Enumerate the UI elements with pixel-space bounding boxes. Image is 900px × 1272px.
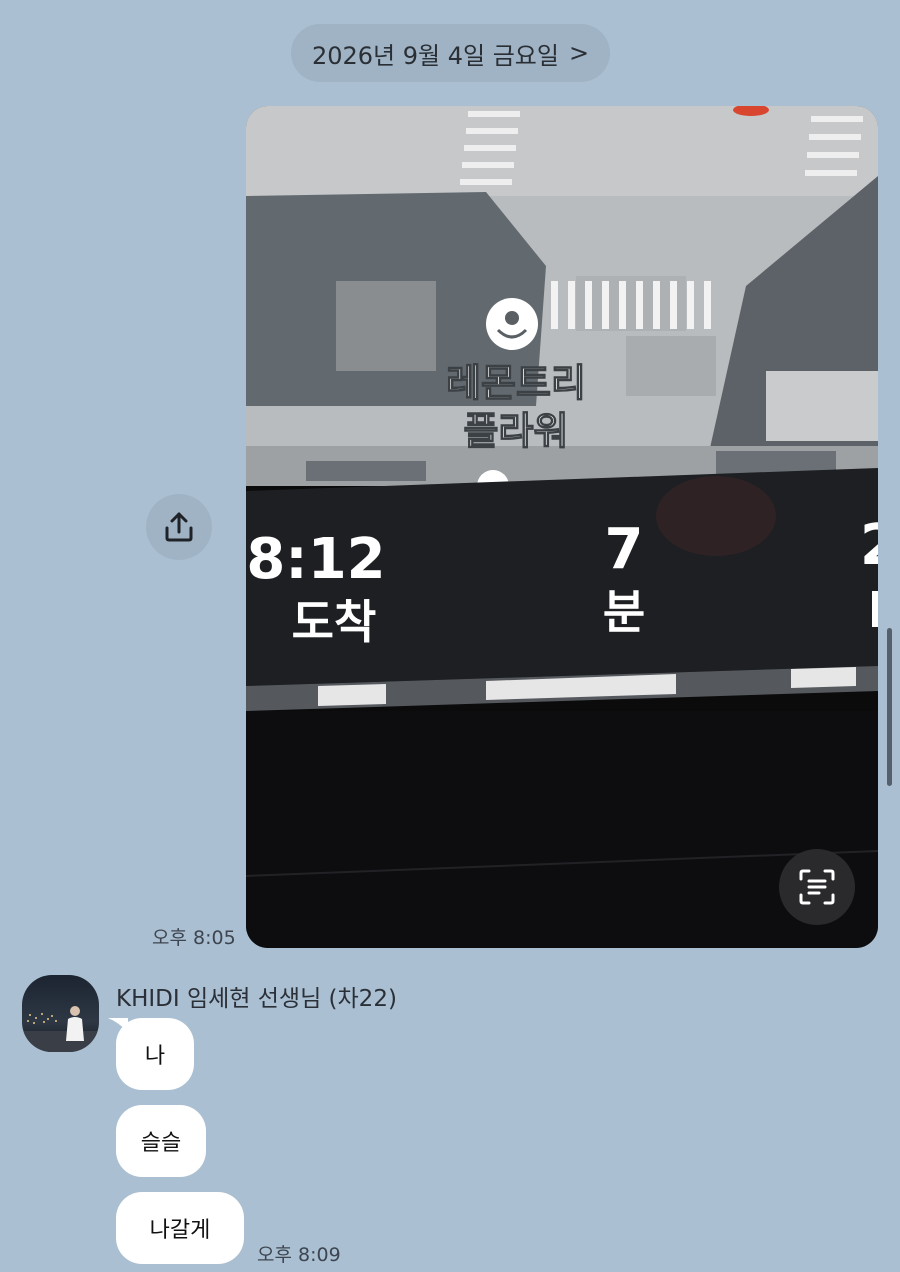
text-scan-icon [799,869,835,905]
profile-photo [22,975,99,1052]
message-bubble[interactable]: 나 [116,1018,194,1090]
message-bubble[interactable]: 나갈게 [116,1192,244,1264]
message-bubble[interactable]: 슬슬 [116,1105,206,1177]
text-scan-button[interactable] [779,849,855,925]
message-time: 오후 8:05 [152,927,236,949]
date-divider[interactable]: 2026년 9월 4일 금요일 > [291,24,610,82]
navigation-screen-photo: 레몬트리 플라워 8:12 도착 7 분 2 [246,106,878,948]
map-place-label-line2: 플라워 [464,409,569,453]
photo-message[interactable]: 레몬트리 플라워 8:12 도착 7 분 2 [246,106,878,948]
sender-name[interactable]: KHIDI 임세현 선생님 (차22) [116,979,397,1013]
message-text: 슬슬 [140,1131,182,1156]
minutes-value: 7 [605,517,644,582]
date-divider-label: 2026년 9월 4일 금요일 [311,41,559,70]
share-button[interactable] [146,494,212,560]
map-place-label-line1: 레몬트리 [446,361,586,405]
share-icon [165,512,193,542]
arrival-time: 8:12 [246,527,385,592]
message-text: 나 [144,1044,166,1069]
scrollbar[interactable] [887,628,892,786]
avatar[interactable] [22,975,99,1052]
minutes-label: 분 [603,585,645,639]
arrival-label: 도착 [292,595,377,649]
chevron-right-icon: > [568,39,590,67]
message-time: 오후 8:09 [257,1244,341,1266]
message-text: 나갈게 [149,1218,211,1243]
svg-text:2: 2 [860,513,878,578]
